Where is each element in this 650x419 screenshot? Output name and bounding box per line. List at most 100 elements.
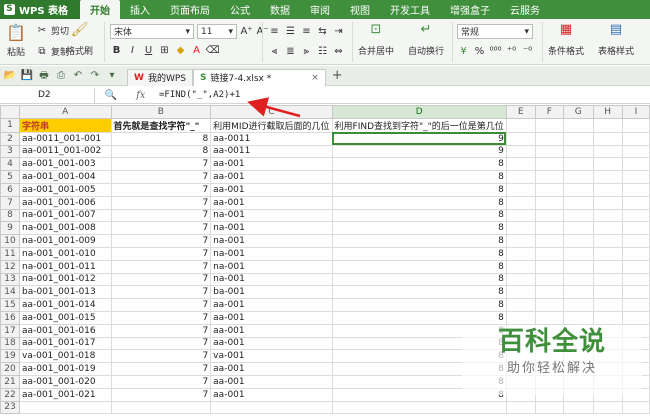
cell[interactable]: 8 xyxy=(331,182,507,197)
column-header-h[interactable]: H xyxy=(592,105,623,119)
cell-d1[interactable]: 利用FIND查找到字符"_"的后一位是第几位 xyxy=(331,117,507,133)
cell[interactable]: 7 xyxy=(110,310,212,325)
cell[interactable]: 7 xyxy=(110,323,212,338)
cell[interactable] xyxy=(563,234,594,248)
cell[interactable]: 8 xyxy=(331,221,507,236)
cell[interactable] xyxy=(534,144,565,159)
menu-tab-page-layout[interactable]: 页面布局 xyxy=(160,0,220,19)
row-header[interactable]: 19 xyxy=(0,349,20,364)
cell[interactable] xyxy=(563,157,594,172)
formula-input[interactable]: =FIND("_",A2)+1 xyxy=(155,90,240,100)
cell[interactable] xyxy=(563,182,594,197)
zoom-icon[interactable]: 🔍 xyxy=(105,90,117,101)
cell[interactable] xyxy=(621,259,650,274)
cell[interactable] xyxy=(505,144,536,159)
cell-b1[interactable]: 首先就是查找字符"_" xyxy=(110,117,212,133)
column-header-e[interactable]: E xyxy=(505,105,536,119)
cell[interactable]: aa-001_001-021 xyxy=(19,387,112,402)
row-header[interactable]: 16 xyxy=(0,310,20,325)
print-preview-icon[interactable]: ⎙ xyxy=(54,69,68,83)
cell[interactable]: 8 xyxy=(331,195,507,210)
cell[interactable] xyxy=(592,400,623,415)
cut-button[interactable]: ✂ 剪切 xyxy=(36,24,69,38)
cell[interactable]: aa-001 xyxy=(210,362,333,376)
cell[interactable] xyxy=(534,221,565,236)
cell[interactable]: 7 xyxy=(110,336,212,351)
cell[interactable] xyxy=(534,246,565,261)
cell[interactable] xyxy=(592,182,623,197)
menu-tab-developer[interactable]: 开发工具 xyxy=(380,0,440,19)
select-all-corner[interactable] xyxy=(0,105,20,119)
cell[interactable] xyxy=(621,234,650,248)
tab-document[interactable]: S 链接7-4.xlsx * × xyxy=(192,68,326,86)
open-folder-icon[interactable]: 📂 xyxy=(3,69,17,83)
cell[interactable]: aa-001_001-015 xyxy=(19,310,112,325)
menu-tab-data[interactable]: 数据 xyxy=(260,0,300,19)
redo-icon[interactable]: ↷ xyxy=(88,69,102,83)
row-header[interactable]: 6 xyxy=(0,182,20,197)
thousands-icon[interactable]: ⁰⁰⁰ xyxy=(489,45,502,58)
wrap-text-button[interactable]: ↵ 自动换行 xyxy=(408,23,444,57)
border-icon[interactable]: ⊞ xyxy=(158,44,171,57)
cell[interactable] xyxy=(563,285,594,300)
cell[interactable]: 7 xyxy=(110,374,212,389)
cell[interactable] xyxy=(210,400,333,415)
cell[interactable]: na-001_001-009 xyxy=(19,234,112,248)
row-header[interactable]: 23 xyxy=(0,400,20,415)
cell[interactable] xyxy=(505,208,536,223)
align-left-icon[interactable]: ⫷ xyxy=(268,45,281,58)
align-center-icon[interactable]: ≣ xyxy=(284,45,297,58)
cell[interactable] xyxy=(621,298,650,312)
conditional-format-button[interactable]: ▦ 条件格式 xyxy=(548,23,584,57)
number-format-dropdown[interactable]: 常规 ▾ xyxy=(457,24,533,39)
cell[interactable]: 8 xyxy=(331,208,507,223)
cell[interactable]: 7 xyxy=(110,170,212,184)
wrap-icon[interactable]: ⇆ xyxy=(316,25,329,38)
cell[interactable]: 7 xyxy=(110,349,212,364)
cell[interactable] xyxy=(563,310,594,325)
align-bottom-icon[interactable]: ≡ xyxy=(300,25,313,38)
cell[interactable]: 7 xyxy=(110,272,212,287)
cell[interactable] xyxy=(621,195,650,210)
cell-i1[interactable] xyxy=(621,117,650,133)
font-color-icon[interactable]: A xyxy=(190,44,203,57)
column-header-i[interactable]: I xyxy=(621,105,650,119)
row-header[interactable]: 11 xyxy=(0,246,20,261)
merge-center-button[interactable]: ⊡ 合并居中 xyxy=(358,23,394,57)
cell[interactable] xyxy=(534,272,565,287)
cell[interactable]: na-001 xyxy=(210,259,333,274)
cell[interactable]: 7 xyxy=(110,208,212,223)
cell[interactable]: aa-001 xyxy=(210,310,333,325)
row-header[interactable]: 2 xyxy=(0,131,20,146)
cell[interactable]: 8 xyxy=(331,246,507,261)
cell[interactable] xyxy=(563,131,594,146)
cell[interactable] xyxy=(621,182,650,197)
cell[interactable]: aa-001_001-005 xyxy=(19,182,112,197)
distribute-icon[interactable]: ⇔ xyxy=(332,45,345,58)
cell[interactable]: 9 xyxy=(331,131,507,146)
cell[interactable] xyxy=(505,182,536,197)
name-box[interactable]: D2 xyxy=(0,87,95,103)
cell[interactable] xyxy=(534,310,565,325)
cell[interactable] xyxy=(505,221,536,236)
cell[interactable]: 7 xyxy=(110,195,212,210)
cell[interactable]: aa-001_001-017 xyxy=(19,336,112,351)
cell[interactable] xyxy=(592,259,623,274)
cell[interactable] xyxy=(505,170,536,184)
cell[interactable] xyxy=(621,246,650,261)
cell[interactable]: ba-001 xyxy=(210,285,333,300)
cell[interactable] xyxy=(505,246,536,261)
bold-icon[interactable]: B xyxy=(110,44,123,57)
row-header[interactable]: 20 xyxy=(0,362,20,376)
cell[interactable] xyxy=(505,285,536,300)
cell[interactable] xyxy=(592,272,623,287)
cell[interactable] xyxy=(621,208,650,223)
cell[interactable]: na-001 xyxy=(210,234,333,248)
cell[interactable]: aa-001 xyxy=(210,157,333,172)
paste-button[interactable]: 📋 粘贴 xyxy=(6,23,26,58)
close-icon[interactable]: × xyxy=(311,73,319,83)
cell[interactable]: 9 xyxy=(331,144,507,159)
cell[interactable] xyxy=(563,298,594,312)
font-size-dropdown[interactable]: 11 ▾ xyxy=(197,24,237,39)
cell[interactable]: aa-001 xyxy=(210,182,333,197)
